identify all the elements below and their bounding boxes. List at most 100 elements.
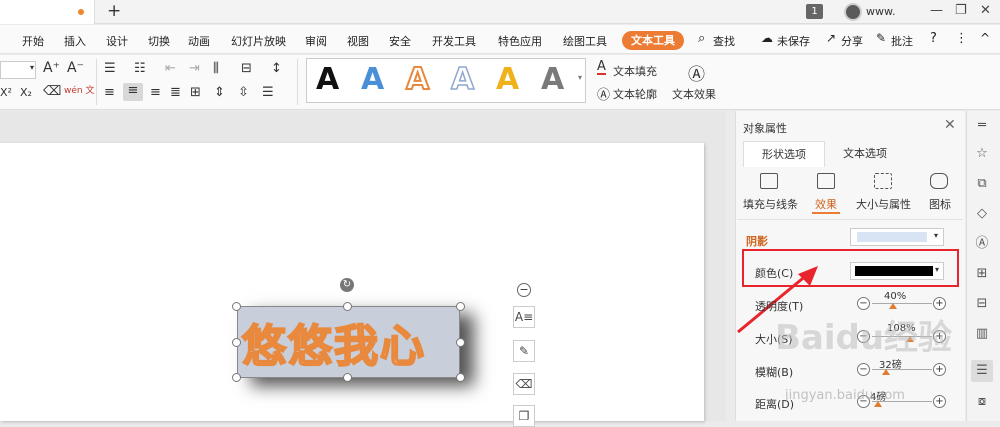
chart-icon[interactable]: ▥: [973, 326, 991, 342]
text-fill-icon[interactable]: A: [597, 60, 606, 75]
close-icon[interactable]: ✕: [944, 117, 956, 133]
close-button[interactable]: ✕: [980, 3, 991, 18]
clear-format-button[interactable]: ⌫: [43, 84, 61, 99]
distance-increase[interactable]: +: [933, 395, 946, 408]
resize-handle[interactable]: [456, 338, 465, 347]
vertical-align-icon[interactable]: ⇕: [214, 85, 225, 100]
transparency-slider-thumb[interactable]: [889, 303, 897, 309]
search-button[interactable]: 查找: [713, 33, 735, 49]
increase-indent-icon[interactable]: ⇥: [189, 61, 200, 76]
menu-lines-icon[interactable]: ═: [973, 118, 991, 134]
menu-home[interactable]: 开始: [22, 33, 44, 49]
menu-design[interactable]: 设计: [106, 33, 128, 49]
resize-handle[interactable]: [232, 338, 241, 347]
text-direction-icon[interactable]: ⊟: [241, 61, 252, 76]
justify-icon[interactable]: ≣: [170, 85, 181, 100]
text-effect-button[interactable]: 文本效果: [672, 86, 716, 102]
gallery-more-icon[interactable]: ▾: [578, 73, 582, 82]
align-right-icon[interactable]: ≡: [150, 85, 161, 100]
new-tab-button[interactable]: +: [107, 1, 121, 21]
text-format-icon[interactable]: A≡: [513, 306, 535, 328]
menu-text-tools[interactable]: 文本工具: [622, 31, 684, 50]
table-icon[interactable]: ⊞: [973, 266, 991, 282]
menu-slideshow[interactable]: 幻灯片放映: [231, 33, 286, 49]
blur-slider-thumb[interactable]: [882, 369, 890, 375]
text-outline-icon[interactable]: Ⓐ: [597, 84, 610, 103]
resize-handle[interactable]: [456, 373, 465, 382]
avatar[interactable]: [844, 3, 862, 21]
eraser-icon[interactable]: ⌫: [513, 373, 535, 395]
menu-special-apps[interactable]: 特色应用: [498, 33, 542, 49]
align-center-icon[interactable]: ≡: [123, 83, 143, 101]
text-style-black[interactable]: A: [316, 62, 339, 97]
tab-text-options[interactable]: 文本选项: [830, 141, 900, 167]
chevron-down-icon[interactable]: ▾: [30, 63, 34, 72]
share-button[interactable]: 分享: [841, 33, 863, 49]
pen-icon[interactable]: ✎: [513, 340, 535, 362]
resize-handle[interactable]: [343, 302, 352, 311]
resize-handle[interactable]: [456, 302, 465, 311]
text-style-gold[interactable]: A: [496, 62, 519, 97]
text-fill-button[interactable]: 文本填充: [613, 63, 657, 79]
menu-developer[interactable]: 开发工具: [432, 33, 476, 49]
align-middle-icon[interactable]: ⇳: [238, 85, 249, 100]
fill-bucket-icon[interactable]: [760, 173, 778, 189]
transparency-decrease[interactable]: −: [857, 297, 870, 310]
rotate-handle-icon[interactable]: ↻: [340, 278, 354, 292]
pinyin-button[interactable]: wén 文: [64, 83, 94, 96]
shape-icon[interactable]: ◇: [973, 206, 991, 222]
transparency-slider[interactable]: [872, 303, 932, 304]
unsaved-button[interactable]: 未保存: [777, 33, 810, 49]
text-box-content[interactable]: 悠悠我心: [241, 310, 426, 374]
text-style-blue-outline[interactable]: A: [450, 61, 475, 98]
text-outline-button[interactable]: 文本轮廓: [613, 86, 657, 102]
subtab-icon[interactable]: 图标: [929, 196, 951, 212]
minimize-button[interactable]: —: [930, 3, 943, 18]
blur-decrease[interactable]: −: [857, 363, 870, 376]
resize-handle[interactable]: [232, 302, 241, 311]
copy-icon[interactable]: ❐: [513, 405, 535, 427]
blur-increase[interactable]: +: [933, 363, 946, 376]
backup-icon[interactable]: ⧇: [973, 394, 991, 410]
properties-icon[interactable]: ☰: [971, 360, 993, 382]
resize-handle[interactable]: [343, 373, 352, 382]
menu-drawing-tools[interactable]: 绘图工具: [563, 33, 607, 49]
effect-icon[interactable]: [817, 173, 835, 189]
paragraph-spacing-icon[interactable]: ☰: [262, 85, 274, 100]
subtab-size-properties[interactable]: 大小与属性: [856, 196, 911, 212]
menu-review[interactable]: 审阅: [305, 33, 327, 49]
decrease-indent-icon[interactable]: ⇤: [165, 61, 176, 76]
star-icon[interactable]: ☆: [973, 146, 991, 162]
superscript-button[interactable]: X²: [0, 86, 12, 99]
line-spacing-icon[interactable]: ↕: [271, 61, 282, 76]
numbered-list-icon[interactable]: ☷: [134, 61, 146, 76]
text-effect-icon[interactable]: Ⓐ: [688, 60, 705, 85]
grid-icon[interactable]: ⊟: [973, 296, 991, 312]
resize-handle[interactable]: [232, 373, 241, 382]
shadow-preset-dropdown[interactable]: ▾: [850, 228, 944, 246]
maximize-button[interactable]: ❐: [955, 3, 967, 18]
panel-title[interactable]: 对象属性: [743, 120, 787, 136]
menu-security[interactable]: 安全: [389, 33, 411, 49]
bullet-list-icon[interactable]: ☰: [104, 61, 116, 76]
size-icon[interactable]: [874, 173, 892, 189]
more-button[interactable]: ⋮: [955, 31, 968, 46]
transparency-value[interactable]: 40%: [884, 291, 906, 302]
align-left-icon[interactable]: ≡: [104, 85, 115, 100]
columns-icon[interactable]: ⫼: [213, 61, 219, 76]
menu-transition[interactable]: 切换: [148, 33, 170, 49]
menu-insert[interactable]: 插入: [64, 33, 86, 49]
layers-icon[interactable]: ⧉: [973, 176, 991, 192]
subtab-fill-line[interactable]: 填充与线条: [743, 196, 798, 212]
blur-slider[interactable]: [872, 369, 932, 370]
subscript-button[interactable]: X₂: [20, 86, 32, 99]
text-style-blue[interactable]: A: [361, 62, 384, 97]
shadow-section-header[interactable]: 阴影: [746, 233, 768, 249]
help-button[interactable]: ?: [930, 31, 937, 46]
subtab-effect[interactable]: 效果: [815, 196, 837, 212]
tab-shape-options[interactable]: 形状选项: [743, 141, 825, 167]
search-icon[interactable]: ⌕: [698, 31, 705, 46]
transparency-increase[interactable]: +: [933, 297, 946, 310]
text-art-icon[interactable]: Ⓐ: [973, 236, 991, 252]
comment-button[interactable]: 批注: [891, 33, 913, 49]
